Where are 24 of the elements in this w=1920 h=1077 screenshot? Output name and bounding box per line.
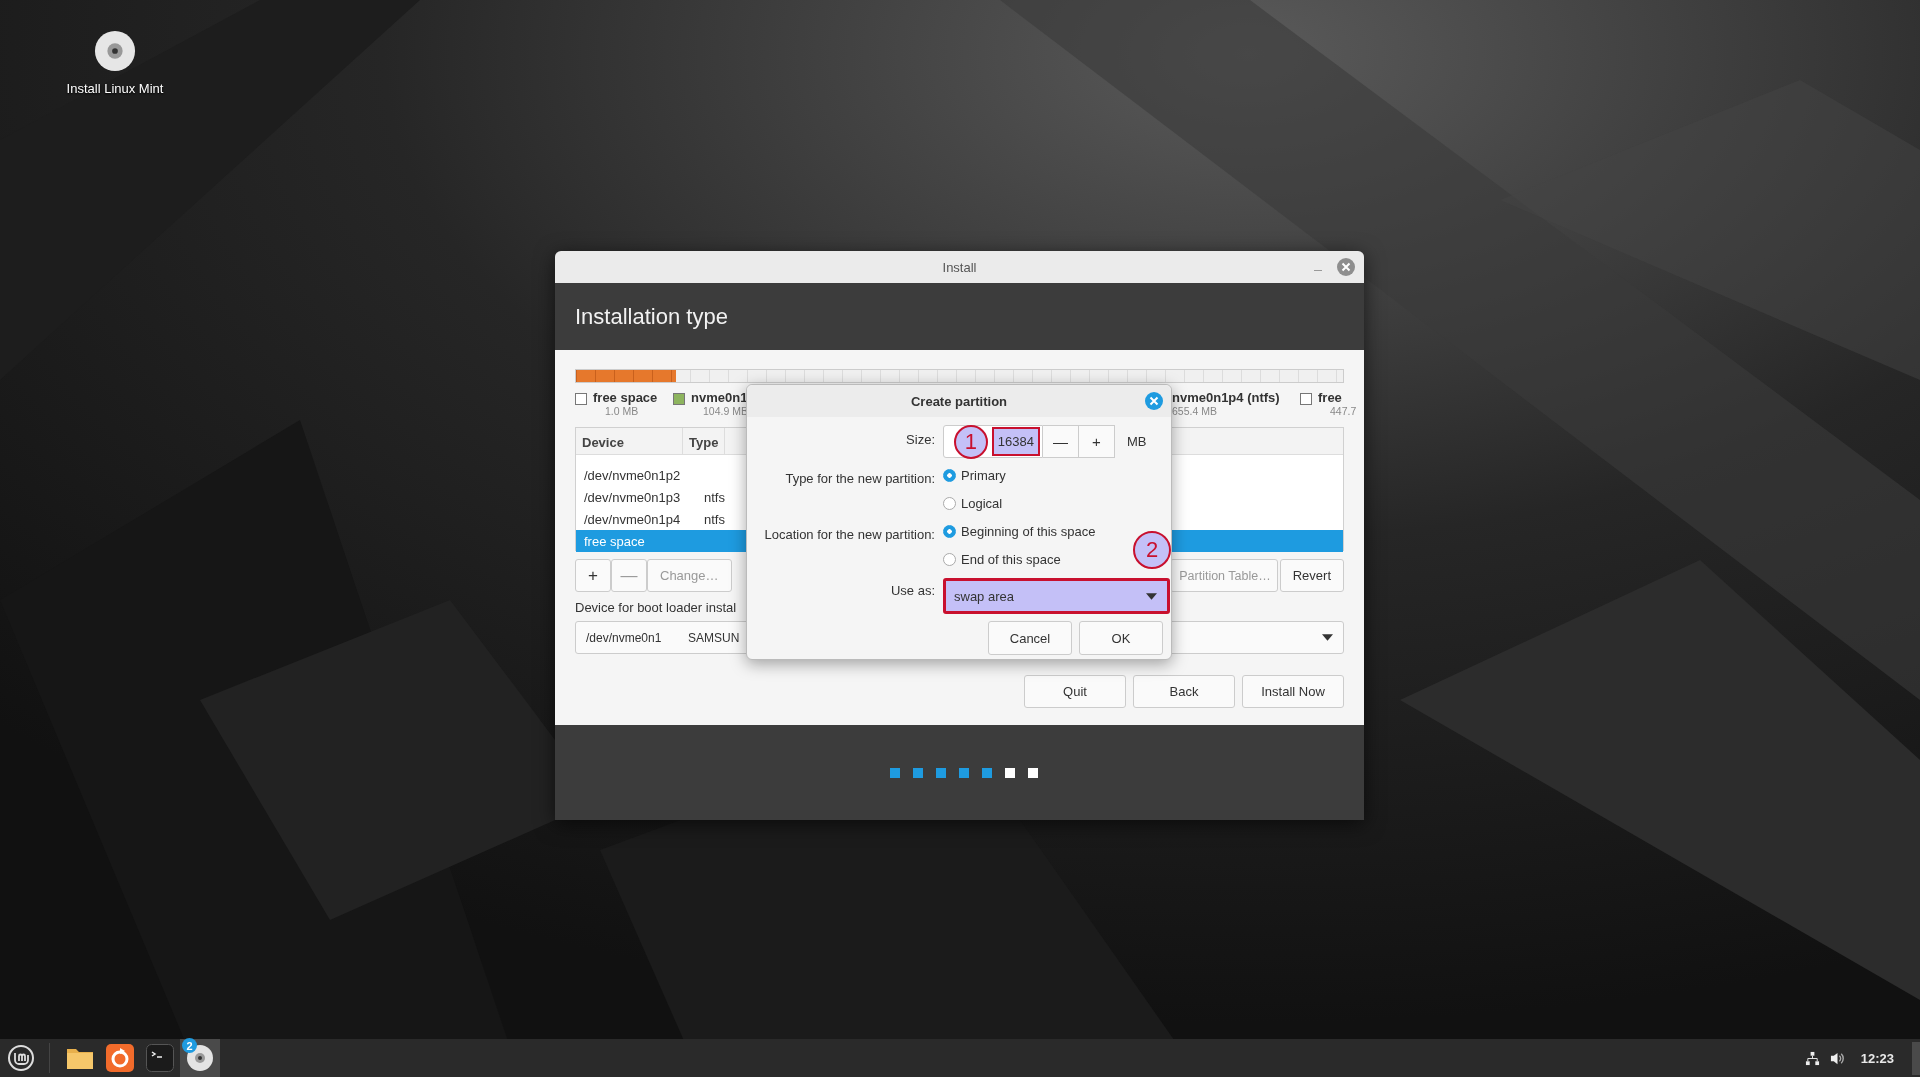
option-label: Location for the new partition: (763, 526, 935, 542)
legend-name: nvme0n1p4 (ntfs) (1172, 390, 1280, 405)
annotation-marker: 2 (1133, 531, 1171, 569)
device-cell-text: /dev/nvme0n1p4 (583, 511, 682, 527)
legend-size: 655.4 MB (1172, 405, 1218, 417)
legend-size: 447.7 (1330, 405, 1357, 417)
device-cell-text: free space (583, 533, 646, 549)
type-cell-text: ntfs (703, 511, 725, 527)
size-value: 16384 (991, 427, 1040, 456)
legend-name: nvme0n1 (691, 390, 748, 405)
page-heading: Installation type (575, 303, 728, 330)
legend-size: 1.0 MB (605, 405, 640, 417)
window-title: Install (942, 259, 977, 275)
size-unit: MB (1127, 434, 1147, 449)
size-label: Size: (905, 431, 935, 447)
type-cell-text: ntfs (703, 489, 725, 505)
use-as-label: Use as: (889, 582, 935, 598)
option-label: Type for the new partition: (784, 470, 935, 486)
boot-loader-label: Device for boot loader instal (575, 600, 738, 615)
dialog-title: Create partition (910, 393, 1008, 409)
legend-name: free (1318, 390, 1343, 405)
legend-name: free space (593, 390, 658, 405)
device-cell-text: /dev/nvme0n1p3 (583, 489, 682, 505)
annotation-marker: 1 (953, 424, 988, 459)
